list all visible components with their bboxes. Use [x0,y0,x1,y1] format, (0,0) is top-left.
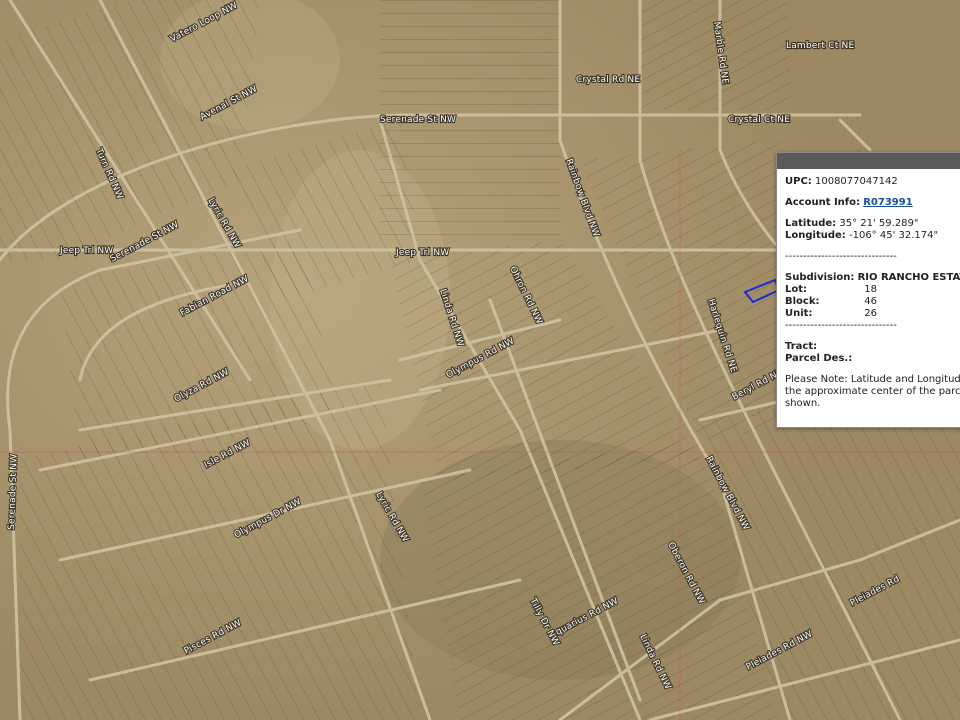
upc-value: 1008077047142 [814,176,898,187]
street-label: Jeep Trl NW [59,246,113,256]
block-label: Block: [785,296,820,307]
street-label: Serenade St NW [380,115,456,125]
subdivision-value: RIO RANCHO ESTATES [857,272,960,283]
unit-label: Unit: [785,308,813,319]
lot-value: 18 [864,284,877,295]
parcel-des-label: Parcel Des.: [785,353,853,364]
account-info-label: Account Info: [785,197,861,208]
street-label: Lambert Ct NE [786,41,854,51]
subdivision-label: Subdivision: [785,272,855,283]
upc-label: UPC: [785,176,812,187]
divider-line: ------------------------------- [785,320,897,331]
parcel-info-popup: UPC: 1008077047142 Account Info: R073991… [776,152,960,428]
popup-title-bar[interactable] [777,153,960,169]
unit-value: 26 [864,308,877,319]
lot-label: Lot: [785,284,808,295]
street-label: Crystal Rd NE [576,75,640,85]
longitude-label: Longitude: [785,230,846,241]
block-value: 46 [864,296,877,307]
divider-line: ------------------------------- [785,251,897,262]
longitude-value: -106° 45' 32.174" [848,230,939,241]
tract-label: Tract: [785,341,818,352]
coordinates-note: Please Note: Latitude and Longitude the … [785,374,960,409]
street-label: Jeep Trl NW [395,248,449,258]
latitude-label: Latitude: [785,218,837,229]
account-info-link[interactable]: R073991 [863,197,912,208]
latitude-value: 35° 21' 59.289" [839,218,919,229]
street-label: Crystal Ct NE [728,115,790,125]
